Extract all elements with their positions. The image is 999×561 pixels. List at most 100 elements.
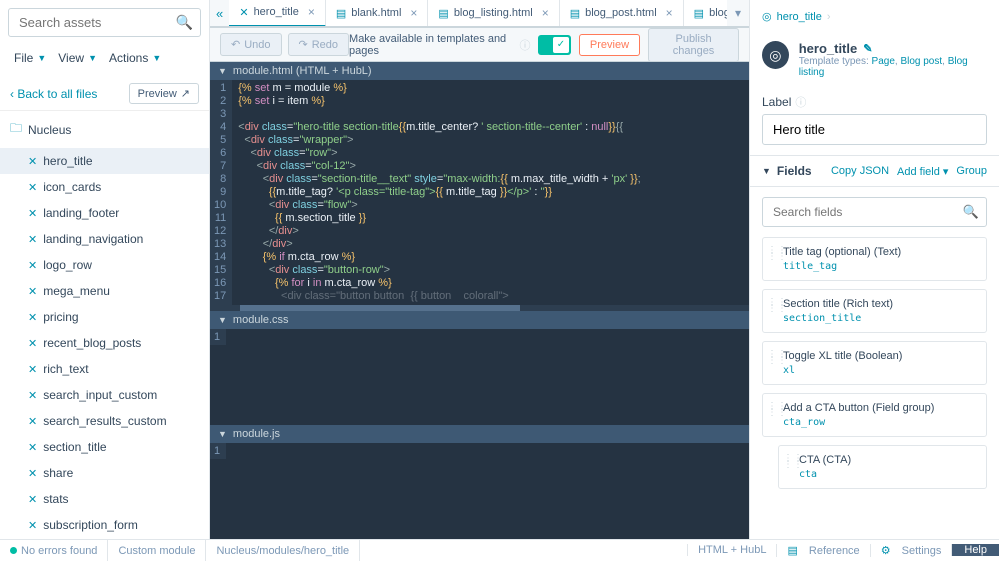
file-item-search_results_custom[interactable]: ✕search_results_custom: [0, 408, 209, 434]
search-icon[interactable]: 🔍: [176, 14, 193, 31]
tab-hero_title[interactable]: ✕hero_title×: [229, 0, 326, 27]
toolbar: ↶ Undo ↷ Redo Make available in template…: [210, 28, 749, 62]
field-item-section_title[interactable]: ⋮⋮⋮⋮Section title (Rich text)section_tit…: [762, 289, 987, 333]
back-to-files-link[interactable]: ‹ Back to all files: [10, 87, 97, 101]
tab-blog_listing-html[interactable]: ▤blog_listing.html×: [428, 0, 559, 27]
close-icon[interactable]: ×: [542, 6, 549, 20]
menu-file[interactable]: File▼: [10, 49, 50, 67]
file-item-pricing[interactable]: ✕pricing: [0, 304, 209, 330]
file-item-stats[interactable]: ✕stats: [0, 486, 209, 512]
group-link[interactable]: Group: [956, 165, 987, 178]
file-item-subscription_form[interactable]: ✕subscription_form: [0, 512, 209, 538]
file-item-logo_row[interactable]: ✕logo_row: [0, 252, 209, 278]
module-icon: ✕: [28, 181, 37, 194]
close-icon[interactable]: ×: [410, 6, 417, 20]
settings-button[interactable]: ⚙ Settings: [870, 544, 952, 557]
field-item-cta_row[interactable]: ⋮⋮⋮⋮Add a CTA button (Field group)cta_ro…: [762, 393, 987, 437]
file-item-mega_menu[interactable]: ✕mega_menu: [0, 278, 209, 304]
status-errors[interactable]: No errors found: [0, 540, 108, 561]
label-input[interactable]: [762, 114, 987, 145]
tab-blank-html[interactable]: ▤blank.html×: [326, 0, 429, 27]
file-icon: ▤: [336, 7, 346, 20]
chevron-down-icon: ▼: [218, 66, 227, 76]
info-icon[interactable]: ⓘ: [519, 37, 530, 53]
file-item-rich_text[interactable]: ✕rich_text: [0, 356, 209, 382]
redo-button[interactable]: ↷ Redo: [288, 33, 350, 56]
undo-button[interactable]: ↶ Undo: [220, 33, 282, 56]
close-icon[interactable]: ×: [308, 5, 315, 19]
file-list[interactable]: ✕hero_title✕icon_cards✕landing_footer✕la…: [0, 148, 209, 539]
info-icon[interactable]: ⓘ: [795, 94, 806, 110]
template-types: Template types: Page, Blog post, Blog li…: [799, 56, 987, 78]
help-button[interactable]: Help: [951, 544, 999, 556]
drag-handle-icon[interactable]: ⋮⋮⋮⋮: [767, 300, 787, 312]
drag-handle-icon[interactable]: ⋮⋮⋮⋮: [783, 456, 803, 468]
section-module-css[interactable]: ▼module.css: [210, 311, 749, 329]
label-heading: Label: [762, 95, 791, 109]
reference-button[interactable]: ▤ Reference: [776, 544, 869, 557]
breadcrumb-link[interactable]: hero_title: [777, 11, 822, 23]
file-item-section_title[interactable]: ✕section_title: [0, 434, 209, 460]
status-lang[interactable]: HTML + HubL: [687, 544, 776, 556]
field-item-title_tag[interactable]: ⋮⋮⋮⋮Title tag (optional) (Text)title_tag: [762, 237, 987, 281]
statusbar: No errors found Custom module Nucleus/mo…: [0, 539, 999, 561]
chevron-down-icon: ▼: [218, 429, 227, 439]
file-icon: ✕: [239, 6, 248, 19]
code-editor-css[interactable]: 1: [210, 329, 749, 345]
search-assets-input[interactable]: [8, 8, 201, 37]
drag-handle-icon[interactable]: ⋮⋮⋮⋮: [767, 404, 787, 416]
code-editor-html[interactable]: 1234567891011121314151617 {% set m = mod…: [210, 80, 749, 305]
file-item-landing_navigation[interactable]: ✕landing_navigation: [0, 226, 209, 252]
tab-blog_post-html[interactable]: ▤blog_post.html×: [560, 0, 684, 27]
module-icon: ✕: [28, 441, 37, 454]
availability-toggle[interactable]: [538, 35, 570, 55]
file-item-icon_cards[interactable]: ✕icon_cards: [0, 174, 209, 200]
section-module-html[interactable]: ▼module.html (HTML + HubL): [210, 62, 749, 80]
drag-handle-icon[interactable]: ⋮⋮⋮⋮: [767, 352, 787, 364]
field-item-cta[interactable]: ⋮⋮⋮⋮CTA (CTA)cta: [778, 445, 987, 489]
folder-nucleus[interactable]: 🗀 Nucleus: [0, 111, 209, 148]
module-icon: ✕: [28, 337, 37, 350]
preview-button[interactable]: Preview: [579, 34, 640, 56]
section-module-js[interactable]: ▼module.js: [210, 425, 749, 443]
module-icon: ✕: [28, 519, 37, 532]
module-icon: ✕: [28, 207, 37, 220]
chevron-down-icon: ▼: [218, 315, 227, 325]
tabs-overflow-icon[interactable]: ▾: [727, 6, 749, 20]
folder-icon: 🗀: [10, 119, 22, 140]
chevron-down-icon[interactable]: ▼: [762, 166, 771, 176]
menu-actions[interactable]: Actions▼: [105, 49, 165, 67]
search-fields-input[interactable]: [762, 197, 987, 227]
fields-heading: Fields: [777, 164, 812, 178]
make-available-label: Make available in templates and pages: [349, 33, 511, 57]
tab-blog_post_two-html[interactable]: ▤blog_post_two.html×: [684, 0, 727, 27]
add-field-link[interactable]: Add field ▾: [897, 165, 948, 178]
module-icon: ✕: [28, 363, 37, 376]
file-item-recent_blog_posts[interactable]: ✕recent_blog_posts: [0, 330, 209, 356]
collapse-sidebar-icon[interactable]: «: [210, 6, 229, 21]
publish-button: Publish changes: [648, 28, 739, 62]
field-item-xl[interactable]: ⋮⋮⋮⋮Toggle XL title (Boolean)xl: [762, 341, 987, 385]
close-icon[interactable]: ×: [666, 6, 673, 20]
menu-view[interactable]: View▼: [54, 49, 101, 67]
file-item-hero_title[interactable]: ✕hero_title: [0, 148, 209, 174]
target-icon: ◎: [762, 10, 772, 23]
module-icon: ✕: [28, 389, 37, 402]
code-editor-js[interactable]: 1: [210, 443, 749, 459]
search-icon[interactable]: 🔍: [963, 204, 979, 220]
module-title: hero_title: [799, 41, 858, 56]
module-icon: ✕: [28, 285, 37, 298]
file-icon: ▤: [570, 7, 580, 20]
file-item-share[interactable]: ✕share: [0, 460, 209, 486]
status-type: Custom module: [108, 540, 206, 561]
copy-json-link[interactable]: Copy JSON: [831, 165, 889, 178]
module-icon: ✕: [28, 415, 37, 428]
file-icon: ▤: [694, 7, 704, 20]
pencil-icon[interactable]: ✎: [863, 42, 872, 55]
status-path: Nucleus/modules/hero_title: [206, 540, 360, 561]
sidebar-preview-button[interactable]: Preview ↗: [129, 83, 199, 104]
file-item-search_input_custom[interactable]: ✕search_input_custom: [0, 382, 209, 408]
module-avatar-icon: ◎: [762, 41, 789, 69]
drag-handle-icon[interactable]: ⋮⋮⋮⋮: [767, 248, 787, 260]
file-item-landing_footer[interactable]: ✕landing_footer: [0, 200, 209, 226]
